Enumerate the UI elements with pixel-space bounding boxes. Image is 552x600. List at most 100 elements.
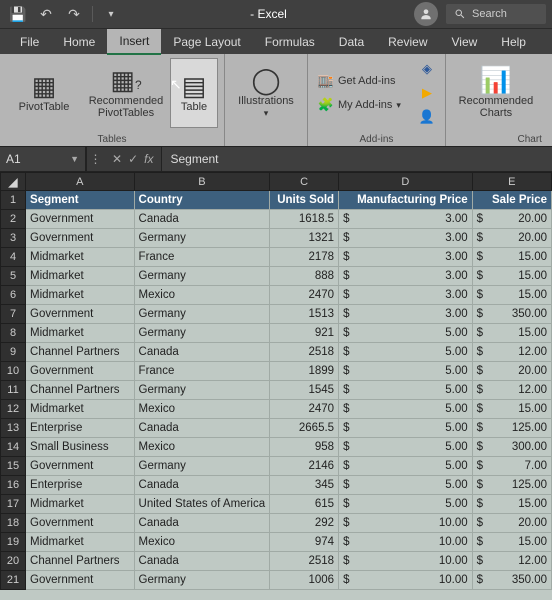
cell[interactable]: Germany: [134, 324, 270, 343]
cell[interactable]: Channel Partners: [26, 381, 135, 400]
cell[interactable]: $125.00: [472, 419, 551, 438]
cell[interactable]: 1006: [270, 571, 339, 590]
save-icon[interactable]: 💾: [6, 3, 30, 25]
cell[interactable]: $5.00: [339, 400, 473, 419]
tab-formulas[interactable]: Formulas: [253, 29, 327, 55]
cell[interactable]: $20.00: [472, 210, 551, 229]
cell[interactable]: Germany: [134, 229, 270, 248]
cell[interactable]: Channel Partners: [26, 343, 135, 362]
cell[interactable]: Government: [26, 362, 135, 381]
cell[interactable]: Mexico: [134, 438, 270, 457]
fx-icon[interactable]: fx: [144, 152, 153, 166]
cell[interactable]: 1618.5: [270, 210, 339, 229]
cell[interactable]: Midmarket: [26, 267, 135, 286]
row-header[interactable]: 18: [1, 514, 26, 533]
cell[interactable]: Government: [26, 571, 135, 590]
column-header[interactable]: D: [339, 173, 473, 191]
row-header[interactable]: 11: [1, 381, 26, 400]
cancel-icon[interactable]: ✕: [112, 152, 122, 166]
row-header[interactable]: 12: [1, 400, 26, 419]
cell[interactable]: 1899: [270, 362, 339, 381]
header-cell[interactable]: Units Sold: [270, 191, 339, 210]
cell[interactable]: Government: [26, 229, 135, 248]
cell[interactable]: United States of America: [134, 495, 270, 514]
cell[interactable]: $15.00: [472, 400, 551, 419]
column-header[interactable]: B: [134, 173, 270, 191]
cell[interactable]: $3.00: [339, 229, 473, 248]
cell[interactable]: Mexico: [134, 400, 270, 419]
cell[interactable]: $20.00: [472, 362, 551, 381]
cell[interactable]: 2518: [270, 552, 339, 571]
tab-insert[interactable]: Insert: [107, 29, 161, 55]
cell[interactable]: $15.00: [472, 286, 551, 305]
cell[interactable]: $15.00: [472, 324, 551, 343]
cell[interactable]: $5.00: [339, 381, 473, 400]
header-cell[interactable]: Country: [134, 191, 270, 210]
cell[interactable]: Midmarket: [26, 495, 135, 514]
recommended-charts-button[interactable]: 📊 Recommended Charts: [452, 58, 540, 128]
header-cell[interactable]: Sale Price: [472, 191, 551, 210]
cell[interactable]: $3.00: [339, 305, 473, 324]
row-header[interactable]: 6: [1, 286, 26, 305]
cell[interactable]: Government: [26, 457, 135, 476]
pivot-table-button[interactable]: ▦ PivotTable: [6, 58, 82, 128]
cell[interactable]: $12.00: [472, 381, 551, 400]
cell[interactable]: $5.00: [339, 476, 473, 495]
cell[interactable]: Germany: [134, 571, 270, 590]
cell[interactable]: 888: [270, 267, 339, 286]
row-header[interactable]: 3: [1, 229, 26, 248]
cell[interactable]: Canada: [134, 419, 270, 438]
cell[interactable]: 921: [270, 324, 339, 343]
row-header[interactable]: 8: [1, 324, 26, 343]
cell[interactable]: Canada: [134, 210, 270, 229]
cell[interactable]: $12.00: [472, 552, 551, 571]
account-icon[interactable]: [414, 2, 438, 26]
cell[interactable]: $15.00: [472, 248, 551, 267]
tab-home[interactable]: Home: [51, 29, 107, 55]
select-all-corner[interactable]: ◢: [1, 173, 26, 191]
cell[interactable]: Channel Partners: [26, 552, 135, 571]
cell[interactable]: $10.00: [339, 514, 473, 533]
worksheet-grid[interactable]: ◢ ABCDE 1SegmentCountryUnits SoldManufac…: [0, 172, 552, 600]
tab-review[interactable]: Review: [376, 29, 439, 55]
row-header[interactable]: 5: [1, 267, 26, 286]
column-header[interactable]: E: [472, 173, 551, 191]
cell[interactable]: $20.00: [472, 229, 551, 248]
cell[interactable]: Canada: [134, 514, 270, 533]
cell[interactable]: $10.00: [339, 552, 473, 571]
cell[interactable]: Canada: [134, 552, 270, 571]
cell[interactable]: Government: [26, 210, 135, 229]
cell[interactable]: Midmarket: [26, 248, 135, 267]
cell[interactable]: Germany: [134, 305, 270, 324]
cell[interactable]: $20.00: [472, 514, 551, 533]
cell[interactable]: 974: [270, 533, 339, 552]
cell[interactable]: $15.00: [472, 533, 551, 552]
cell[interactable]: 2470: [270, 286, 339, 305]
row-header[interactable]: 15: [1, 457, 26, 476]
row-header[interactable]: 4: [1, 248, 26, 267]
cell[interactable]: $350.00: [472, 305, 551, 324]
tab-page-layout[interactable]: Page Layout: [161, 29, 252, 55]
cell[interactable]: Government: [26, 514, 135, 533]
cell[interactable]: $3.00: [339, 210, 473, 229]
cell[interactable]: Midmarket: [26, 286, 135, 305]
header-cell[interactable]: Manufacturing Price: [339, 191, 473, 210]
illustrations-button[interactable]: ◯ Illustrations▾: [231, 58, 301, 128]
cell[interactable]: 1513: [270, 305, 339, 324]
undo-icon[interactable]: ↶: [34, 3, 58, 25]
cell[interactable]: 2178: [270, 248, 339, 267]
cell[interactable]: France: [134, 248, 270, 267]
tab-data[interactable]: Data: [327, 29, 376, 55]
tab-help[interactable]: Help: [489, 29, 538, 55]
cell[interactable]: 2665.5: [270, 419, 339, 438]
cell[interactable]: Mexico: [134, 533, 270, 552]
cell[interactable]: 2470: [270, 400, 339, 419]
fbar-more[interactable]: ⋮: [86, 147, 104, 171]
row-header[interactable]: 2: [1, 210, 26, 229]
cell[interactable]: $7.00: [472, 457, 551, 476]
people-addin-button[interactable]: 👤: [415, 106, 439, 128]
cell[interactable]: 958: [270, 438, 339, 457]
row-header[interactable]: 17: [1, 495, 26, 514]
enter-icon[interactable]: ✓: [128, 152, 138, 166]
cell[interactable]: $5.00: [339, 419, 473, 438]
